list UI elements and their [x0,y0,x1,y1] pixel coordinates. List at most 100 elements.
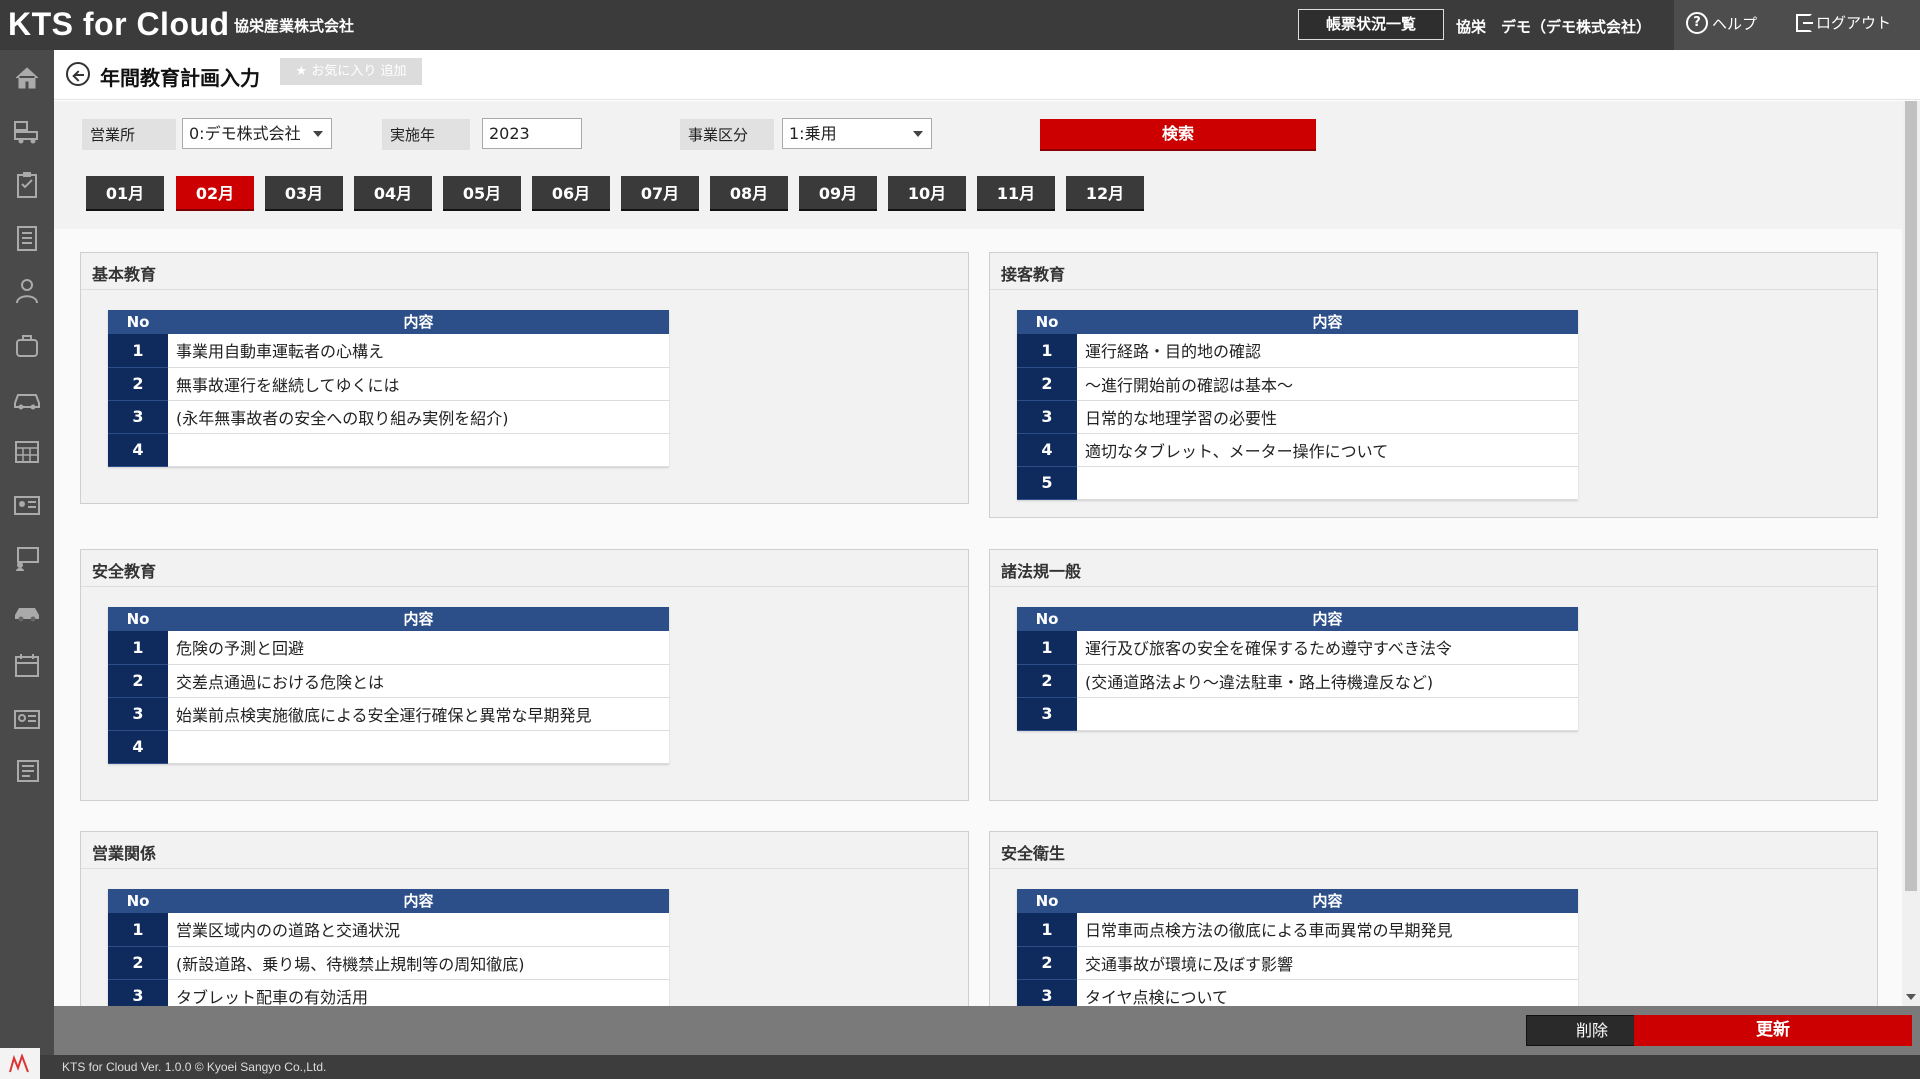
row-content-cell[interactable]: 交差点通過における危険とは [168,664,669,698]
column-header-no: No [1017,889,1077,913]
month-tab-01[interactable]: 01月 [86,176,164,211]
clipboard-icon[interactable] [12,170,42,200]
logout-link[interactable]: ログアウト [1796,12,1891,33]
row-content-cell[interactable]: (永年無事故者の安全への取り組み実例を紹介) [168,400,669,434]
table-row: 2 無事故運行を継続してゆくには [108,367,669,401]
back-arrow-icon[interactable] [66,62,90,86]
column-header-content: 内容 [1077,310,1578,334]
truck-icon[interactable] [12,116,42,146]
scroll-thumb[interactable] [1905,101,1917,891]
footer: KTS for Cloud Ver. 1.0.0 © Kyoei Sangyo … [40,1055,1920,1079]
table-row: 3 始業前点検実施徹底による安全運行確保と異常な早期発見 [108,697,669,731]
office-select[interactable]: 0:デモ株式会社 [182,118,332,149]
column-header-no: No [1017,310,1077,334]
row-number: 2 [108,946,168,980]
car-icon[interactable] [12,596,42,626]
column-header-no: No [108,889,168,913]
table-row: 1 運行経路・目的地の確認 [1017,334,1578,368]
row-content-cell[interactable]: 日常車両点検方法の徹底による車両異常の早期発見 [1077,913,1578,947]
row-content-cell[interactable]: 交通事故が環境に及ぼす影響 [1077,946,1578,980]
month-tab-06[interactable]: 06月 [532,176,610,211]
table-row: 1 危険の予測と回避 [108,631,669,665]
panel-divider [990,289,1877,290]
update-button[interactable]: 更新 [1634,1015,1912,1046]
id-card-icon[interactable] [12,490,42,520]
vehicle-icon[interactable] [12,383,42,413]
education-table: No 内容 1 運行及び旅客の安全を確保するため遵守すべき法令 2 (交通道路法より～違法… [1017,607,1578,731]
document-list-icon[interactable] [12,223,42,253]
row-content-cell[interactable] [1077,697,1578,731]
row-content-cell[interactable]: 事業用自動車運転者の心構え [168,334,669,368]
month-tab-12[interactable]: 12月 [1066,176,1144,211]
row-number: 4 [1017,433,1077,467]
row-content-cell[interactable]: (新設道路、乗り場、待機禁止規制等の周知徹底) [168,946,669,980]
panel-title: 安全衛生 [1001,844,1066,863]
row-content-cell[interactable]: 無事故運行を継続してゆくには [168,367,669,401]
row-content-cell[interactable]: 営業区域内のの道路と交通状況 [168,913,669,947]
row-number: 2 [1017,946,1077,980]
table-row: 5 [1017,466,1578,500]
content-area: 基本教育 No 内容 1 事業用自動車運転者の心構え 2 無事故運行を継続してゆくには 3 (永… [54,229,1902,1006]
sidebar [0,50,54,1055]
month-tab-07[interactable]: 07月 [621,176,699,211]
driver-icon[interactable] [12,276,42,306]
month-tab-10[interactable]: 10月 [888,176,966,211]
row-number: 3 [108,400,168,434]
row-number: 1 [108,334,168,368]
row-content-cell[interactable]: 適切なタブレット、メーター操作について [1077,433,1578,467]
search-button[interactable]: 検索 [1040,119,1316,149]
row-content-cell[interactable]: 運行及び旅客の安全を確保するため遵守すべき法令 [1077,631,1578,665]
star-icon: ★ [295,64,312,79]
action-bar: 削除 更新 [54,1006,1920,1055]
month-tab-08[interactable]: 08月 [710,176,788,211]
row-content-cell[interactable]: ～進行開始前の確認は基本～ [1077,367,1578,401]
year-input[interactable] [482,118,582,149]
calendar-grid-icon[interactable] [12,436,42,466]
row-number: 4 [108,433,168,467]
row-content-cell[interactable]: タブレット配車の有効活用 [168,979,669,1006]
training-icon[interactable] [12,543,42,573]
row-number: 2 [108,367,168,401]
month-tab-09[interactable]: 09月 [799,176,877,211]
row-number: 3 [1017,400,1077,434]
panel-divider [81,868,968,869]
row-content-cell[interactable]: 始業前点検実施徹底による安全運行確保と異常な早期発見 [168,697,669,731]
panel-basic-education: 基本教育 No 内容 1 事業用自動車運転者の心構え 2 無事故運行を継続してゆくには 3 (永… [80,252,969,504]
row-content-cell[interactable]: 危険の予測と回避 [168,631,669,665]
month-tab-11[interactable]: 11月 [977,176,1055,211]
vertical-scrollbar[interactable] [1902,101,1920,1006]
scroll-down-arrow-icon[interactable] [1906,994,1916,1000]
row-content-cell[interactable]: 運行経路・目的地の確認 [1077,334,1578,368]
report-icon[interactable] [12,703,42,733]
row-number: 4 [108,730,168,764]
table-row: 2 (新設道路、乗り場、待機禁止規制等の周知徹底) [108,946,669,980]
column-header-content: 内容 [168,607,669,631]
row-number: 5 [1017,466,1077,500]
education-table: No 内容 1 危険の予測と回避 2 交差点通過における危険とは 3 始業前点検実施徹底による… [108,607,669,764]
table-row: 1 営業区域内のの道路と交通状況 [108,913,669,947]
tablet-icon[interactable] [12,756,42,786]
help-link[interactable]: ? ヘルプ [1686,12,1757,34]
month-tab-05[interactable]: 05月 [443,176,521,211]
row-content-cell[interactable] [168,433,669,467]
table-row: 2 交通事故が環境に及ぼす影響 [1017,946,1578,980]
home-icon[interactable] [12,63,42,93]
row-content-cell[interactable]: 日常的な地理学習の必要性 [1077,400,1578,434]
row-content-cell[interactable]: (交通道路法より～違法駐車・路上待機違反など) [1077,664,1578,698]
row-content-cell[interactable]: タイヤ点検について [1077,979,1578,1006]
row-number: 2 [108,664,168,698]
bag-icon[interactable] [12,330,42,360]
favorite-add-button[interactable]: ★ お気に入り 追加 [280,58,422,85]
table-row: 1 事業用自動車運転者の心構え [108,334,669,368]
report-status-button[interactable]: 帳票状況一覧 [1298,9,1444,40]
panel-title: 営業関係 [92,844,157,863]
month-tab-03[interactable]: 03月 [265,176,343,211]
division-select[interactable]: 1:乗用 [782,118,932,149]
month-tab-02[interactable]: 02月 [176,176,254,211]
table-row: 4 [108,433,669,467]
row-content-cell[interactable] [168,730,669,764]
panel-safety-health: 安全衛生 No 内容 1 日常車両点検方法の徹底による車両異常の早期発見 2 交通事故が環境… [989,831,1878,1006]
month-tab-04[interactable]: 04月 [354,176,432,211]
row-content-cell[interactable] [1077,466,1578,500]
schedule-icon[interactable] [12,650,42,680]
